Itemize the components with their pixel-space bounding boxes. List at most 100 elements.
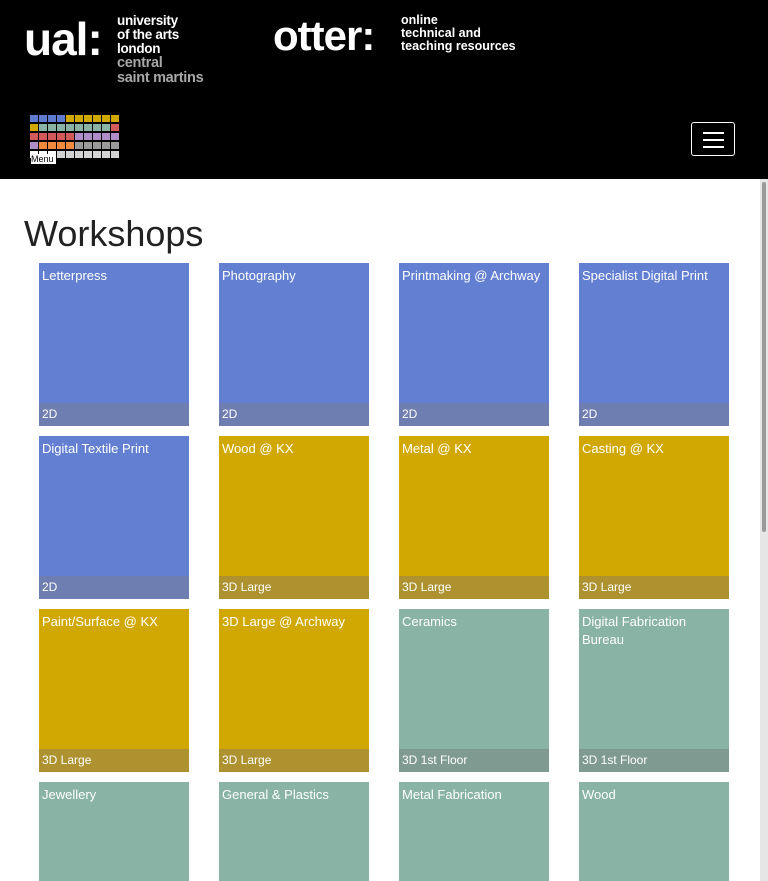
workshop-tile[interactable]: Paint/Surface @ KX 3D Large (39, 609, 189, 772)
workshop-category: 2D (399, 403, 549, 426)
menu-grid-cell (84, 142, 92, 149)
workshop-tile[interactable]: Metal Fabrication (399, 782, 549, 881)
workshop-tile[interactable]: Metal @ KX 3D Large (399, 436, 549, 599)
workshop-name: Metal @ KX (402, 441, 472, 456)
site-header: ual: university of the arts london centr… (0, 0, 768, 179)
menu-grid-cell (93, 142, 101, 149)
workshop-name: Casting @ KX (582, 441, 664, 456)
menu-grid-cell (93, 124, 101, 131)
menu-grid-cell (30, 142, 38, 149)
csm-line: central (117, 55, 163, 71)
menu-grid-cell (102, 142, 110, 149)
hamburger-bar (703, 139, 724, 141)
workshop-name: Specialist Digital Print (582, 268, 708, 283)
workshop-name: Metal Fabrication (402, 787, 502, 802)
workshop-category: 3D Large (399, 576, 549, 599)
workshop-name: 3D Large @ Archway (222, 614, 346, 629)
workshop-name: Letterpress (42, 268, 108, 283)
menu-grid-cell (111, 142, 119, 149)
workshop-tile[interactable]: General & Plastics (219, 782, 369, 881)
workshop-category: 3D Large (219, 576, 369, 599)
otter-logo[interactable]: otter: online technical and teaching res… (273, 14, 543, 58)
workshop-tile[interactable]: Casting @ KX 3D Large (579, 436, 729, 599)
menu-grid-cell (66, 142, 74, 149)
menu-grid-cell (102, 124, 110, 131)
menu-grid-cell (39, 115, 47, 122)
workshop-tile[interactable]: Printmaking @ Archway 2D (399, 263, 549, 426)
workshop-tile[interactable]: Specialist Digital Print 2D (579, 263, 729, 426)
ual-logo-mark: ual: (24, 13, 103, 65)
workshop-name: Wood (582, 787, 616, 802)
menu-grid-cell (84, 124, 92, 131)
menu-grid-cell (66, 133, 74, 140)
scrollbar-thumb[interactable] (762, 182, 766, 532)
ual-csm-logo[interactable]: ual: university of the arts london centr… (24, 14, 214, 86)
menu-grid-cell (93, 151, 101, 158)
workshop-category: 3D Large (219, 749, 369, 772)
colour-grid-menu-icon[interactable]: Menu (30, 115, 120, 164)
menu-grid-cell (102, 151, 110, 158)
ual-line: of the arts (117, 27, 179, 42)
hamburger-menu-button[interactable] (691, 122, 735, 156)
ual-logo-text: university of the arts london central sa… (117, 13, 204, 86)
workshop-category: 3D Large (39, 749, 189, 772)
workshop-category: 3D Large (579, 576, 729, 599)
menu-grid-cell (57, 124, 65, 131)
workshop-category: 2D (219, 403, 369, 426)
menu-grid-cell (102, 133, 110, 140)
otter-tagline: online technical and teaching resources (401, 14, 516, 53)
workshop-category: 2D (579, 403, 729, 426)
workshop-tile[interactable]: Digital Fabrication Bureau 3D 1st Floor (579, 609, 729, 772)
ual-line: london (117, 41, 161, 56)
workshop-category: 3D 1st Floor (579, 749, 729, 772)
menu-grid-cell (102, 115, 110, 122)
menu-grid-cell (48, 115, 56, 122)
csm-line: saint martins (117, 70, 204, 86)
menu-label: Menu (31, 154, 56, 164)
workshop-tile[interactable]: Wood (579, 782, 729, 881)
page-title: Workshops (24, 213, 204, 254)
workshop-tile[interactable]: Letterpress 2D (39, 263, 189, 426)
menu-grid-cell (75, 115, 83, 122)
workshop-name: Printmaking @ Archway (402, 268, 541, 283)
otter-wordmark: otter: (273, 12, 375, 59)
menu-grid-cell (48, 124, 56, 131)
hamburger-bar (703, 146, 724, 148)
menu-grid-cell (84, 133, 92, 140)
menu-grid-cell (57, 115, 65, 122)
hamburger-bar (703, 132, 724, 134)
menu-grid-cell (75, 151, 83, 158)
menu-grid-cell (111, 115, 119, 122)
workshop-name: Digital Textile Print (42, 441, 149, 456)
workshop-tile[interactable]: Jewellery (39, 782, 189, 881)
menu-grid-cell (111, 151, 119, 158)
menu-grid-cell (93, 133, 101, 140)
ual-line: university (117, 13, 178, 28)
workshop-tile[interactable]: Ceramics 3D 1st Floor (399, 609, 549, 772)
menu-grid-cell (75, 133, 83, 140)
menu-grid-cell (57, 133, 65, 140)
workshop-name: Ceramics (402, 614, 457, 629)
menu-grid-cell (39, 142, 47, 149)
workshop-name: Photography (222, 268, 296, 283)
workshop-name: Wood @ KX (222, 441, 294, 456)
workshop-tile[interactable]: 3D Large @ Archway 3D Large (219, 609, 369, 772)
workshop-tile[interactable]: Digital Textile Print 2D (39, 436, 189, 599)
workshop-category: 2D (39, 403, 189, 426)
menu-grid-cell (111, 124, 119, 131)
menu-grid-cell (57, 142, 65, 149)
menu-grid-cell (84, 115, 92, 122)
workshop-tile[interactable]: Wood @ KX 3D Large (219, 436, 369, 599)
workshop-name: Jewellery (42, 787, 97, 802)
menu-grid-cell (39, 124, 47, 131)
workshop-name: General & Plastics (222, 787, 329, 802)
menu-grid-cell (111, 133, 119, 140)
menu-grid-cell (84, 151, 92, 158)
workshop-tile[interactable]: Photography 2D (219, 263, 369, 426)
menu-grid-cell (30, 133, 38, 140)
menu-grid-cell (66, 115, 74, 122)
menu-grid-cell (66, 124, 74, 131)
menu-grid-cell (30, 124, 38, 131)
workshop-name: Digital Fabrication Bureau (582, 614, 687, 647)
menu-grid-cell (30, 115, 38, 122)
